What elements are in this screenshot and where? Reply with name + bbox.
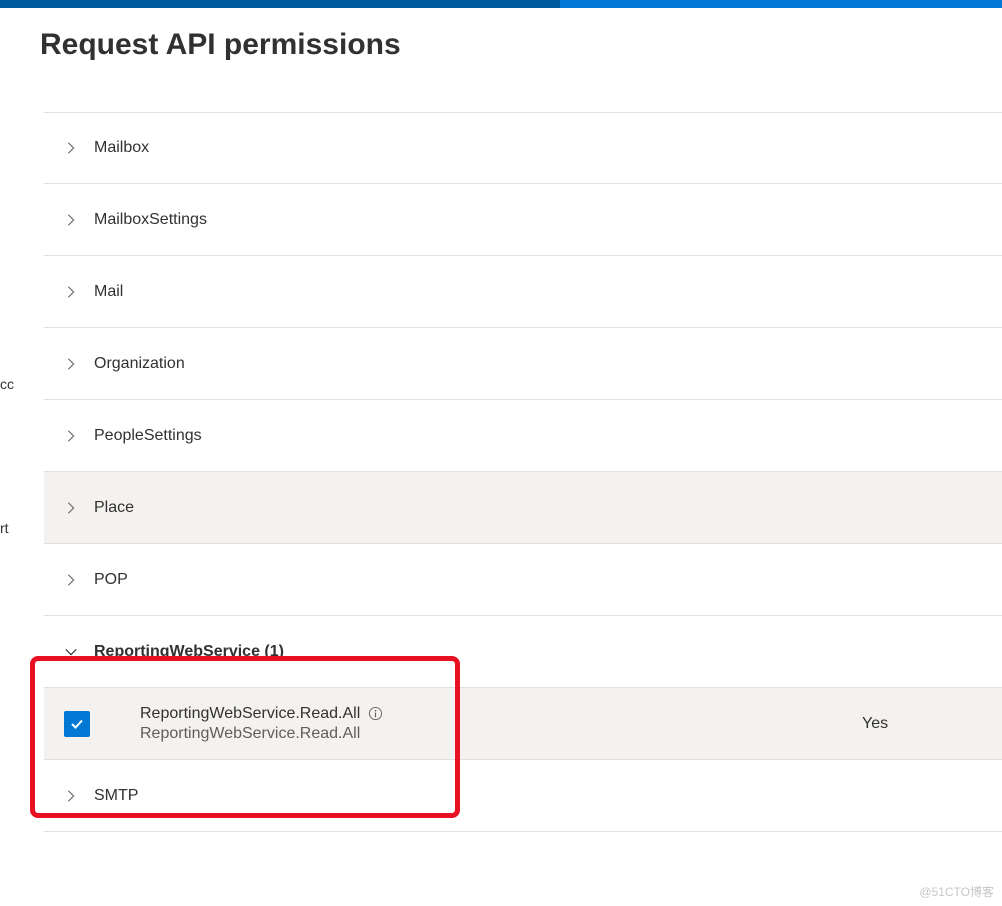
category-label: PeopleSettings (94, 427, 202, 445)
loading-bar (0, 0, 1002, 8)
sidebar-fragment: cc (0, 376, 14, 392)
category-label: Mailbox (94, 139, 149, 157)
admin-consent-value: Yes (862, 715, 982, 733)
category-label: ReportingWebService (1) (94, 643, 284, 661)
category-peoplesettings[interactable]: PeopleSettings (44, 400, 1002, 472)
permission-name-row: ReportingWebService.Read.All (140, 705, 862, 723)
chevron-right-icon (64, 285, 78, 299)
chevron-right-icon (64, 789, 78, 803)
category-label: Organization (94, 355, 185, 373)
sidebar-fragment: rt (0, 520, 9, 536)
category-mailboxsettings[interactable]: MailboxSettings (44, 184, 1002, 256)
chevron-right-icon (64, 501, 78, 515)
info-icon[interactable] (368, 706, 383, 721)
category-reportingwebservice[interactable]: ReportingWebService (1) (44, 616, 1002, 688)
category-mailbox[interactable]: Mailbox (44, 112, 1002, 184)
category-place[interactable]: Place (44, 472, 1002, 544)
category-label: POP (94, 571, 128, 589)
category-pop[interactable]: POP (44, 544, 1002, 616)
category-label: MailboxSettings (94, 211, 207, 229)
chevron-right-icon (64, 357, 78, 371)
permission-text: ReportingWebService.Read.All ReportingWe… (140, 705, 862, 743)
permission-description: ReportingWebService.Read.All (140, 725, 862, 743)
watermark: @51CTO博客 (919, 883, 994, 900)
page-title: Request API permissions (40, 28, 1002, 62)
permission-checkbox[interactable] (64, 711, 90, 737)
category-smtp[interactable]: SMTP (44, 760, 1002, 832)
chevron-right-icon (64, 213, 78, 227)
category-label: Place (94, 499, 134, 517)
permission-row: ReportingWebService.Read.All ReportingWe… (44, 688, 1002, 760)
chevron-right-icon (64, 429, 78, 443)
permission-name: ReportingWebService.Read.All (140, 705, 360, 723)
chevron-right-icon (64, 573, 78, 587)
chevron-right-icon (64, 141, 78, 155)
permission-category-list: Mailbox MailboxSettings Mail Organizatio… (44, 112, 1002, 832)
category-organization[interactable]: Organization (44, 328, 1002, 400)
chevron-down-icon (64, 645, 78, 659)
check-icon (69, 716, 85, 732)
permissions-panel: Request API permissions Mailbox MailboxS… (0, 8, 1002, 832)
category-label: Mail (94, 283, 123, 301)
category-mail[interactable]: Mail (44, 256, 1002, 328)
category-label: SMTP (94, 787, 138, 805)
